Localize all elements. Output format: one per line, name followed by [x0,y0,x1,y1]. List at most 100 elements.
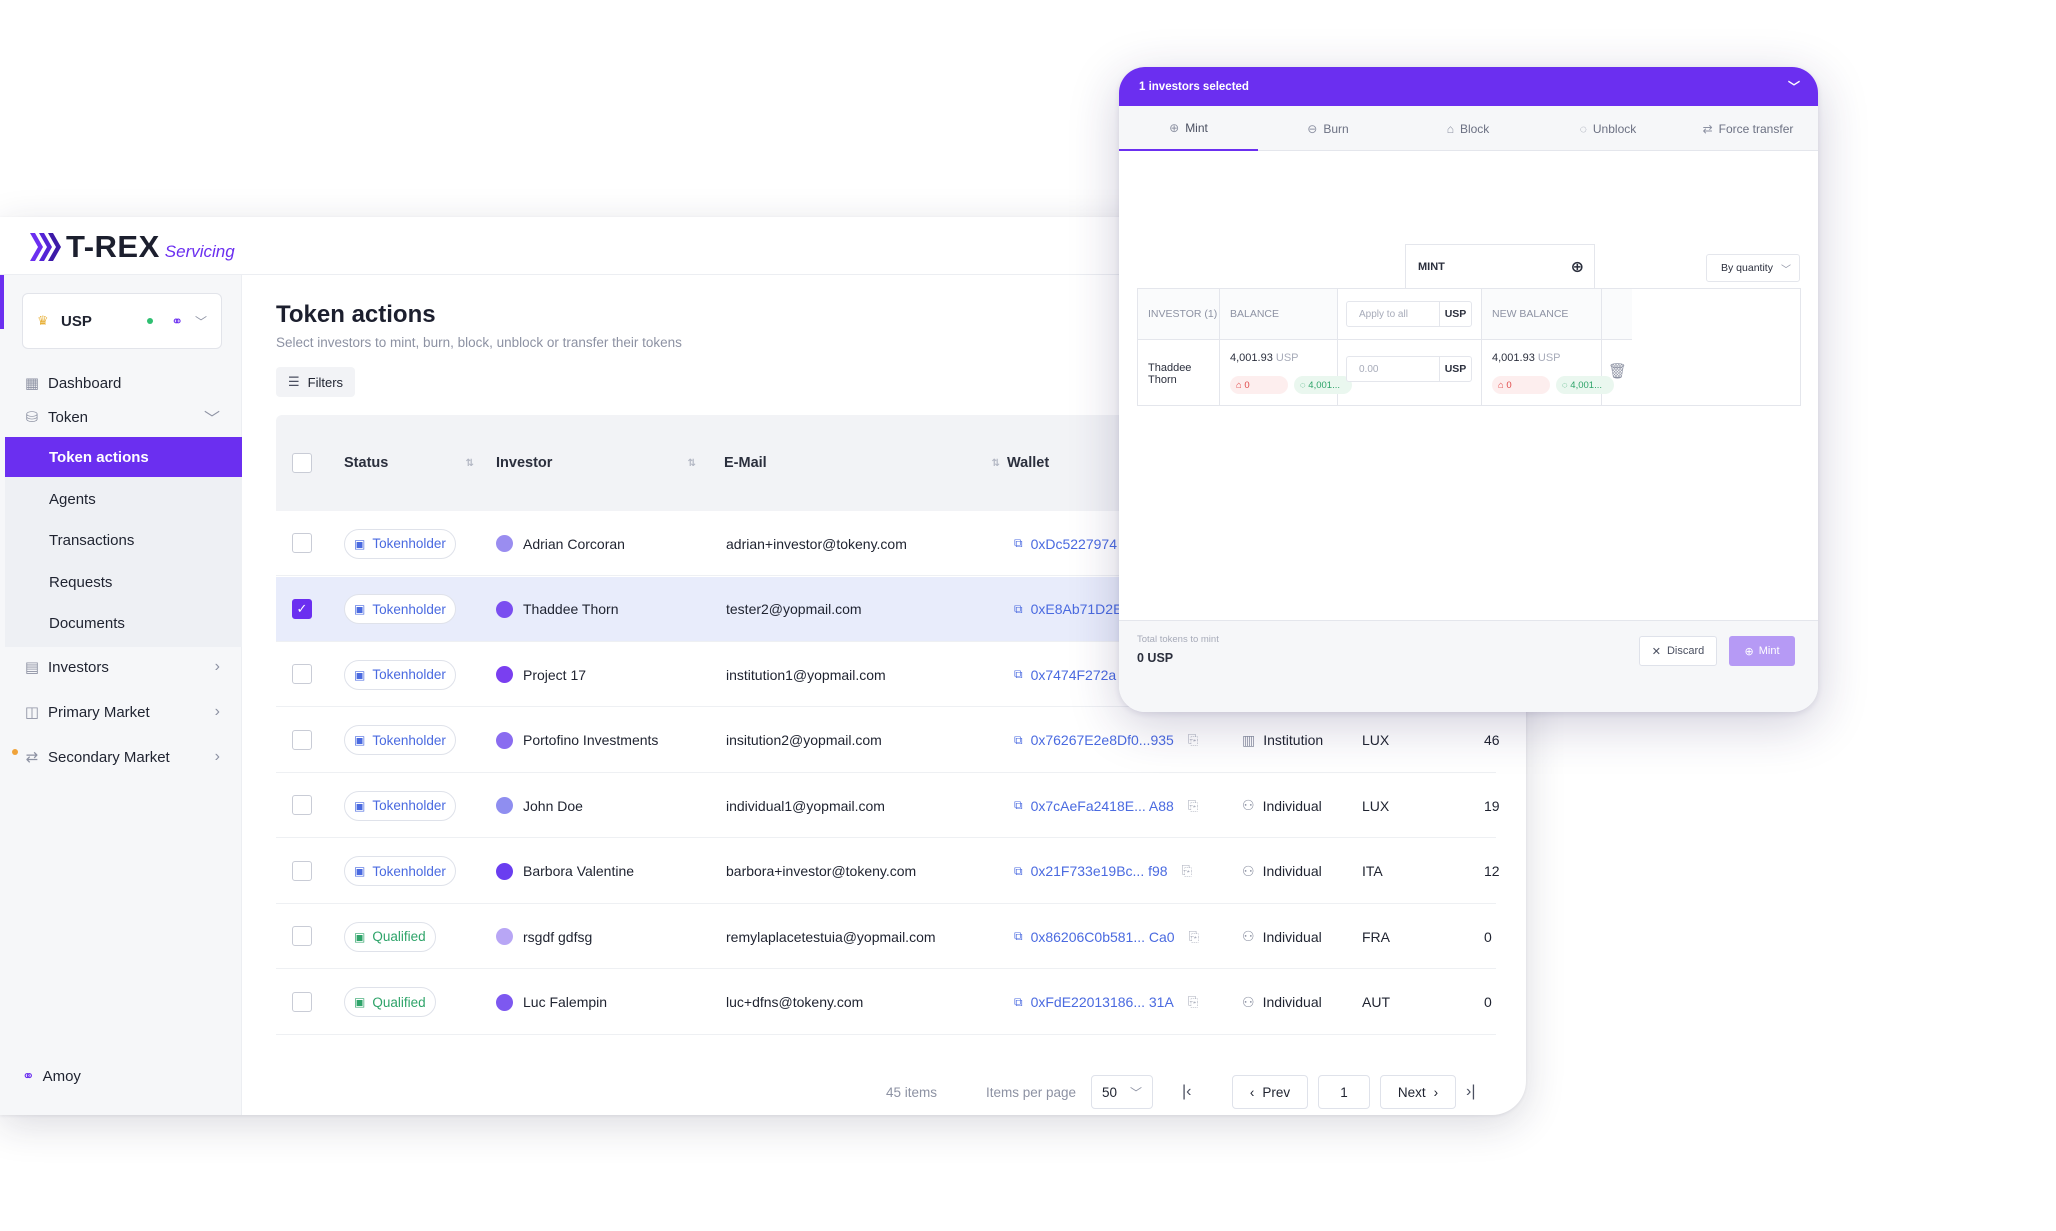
sidebar-item-agents[interactable]: Agents [5,479,242,519]
col-investor: INVESTOR (1) [1138,289,1220,339]
table-row[interactable]: ▣ Tokenholder Barbora Valentine barbora+inv… [276,839,1500,904]
selection-header[interactable]: 1 investors selected ﹀ [1119,67,1818,106]
wallet-address[interactable]: 0x76267E2e8Df0...935 [1031,732,1174,748]
investor-name[interactable]: Thaddee Thorn [523,601,618,617]
cell-balance: 0 [1484,994,1492,1010]
tab-unblock[interactable]: ◌ Unblock [1538,106,1678,151]
status-badge: ▣ Tokenholder [344,725,456,755]
investor-name[interactable]: Project 17 [523,667,586,683]
minus-circle-icon: ⊖ [1307,121,1318,136]
status-badge: ▣ Tokenholder [344,790,456,821]
row-checkbox[interactable] [292,991,312,1012]
row-checkbox[interactable] [292,795,312,815]
row-checkbox[interactable] [292,664,312,684]
copy-icon[interactable]: ⎘ [1189,929,1199,945]
investor-name[interactable]: Portofino Investments [523,732,658,748]
close-icon: ✕ [1651,645,1661,658]
tab-block[interactable]: ⌂ Block [1398,106,1538,151]
wallet-icon: ⧉ [1014,798,1023,812]
row-checkbox[interactable] [292,533,312,553]
sidebar: ♛ USP ⚭ ﹀ ▦ Dashboard ⛁ Token ﹀ Token ac… [0,275,242,1115]
wallet-address[interactable]: 0x7cAeFa2418E... A88 [1031,798,1174,814]
investor-name[interactable]: rsgdf gdfsg [523,929,592,945]
cell-investor: rsgdf gdfsg [496,904,592,969]
sidebar-item-token[interactable]: ⛁ Token ﹀ [0,397,242,437]
col-email[interactable]: E-Mail ⇅ [724,415,1000,511]
mint-button[interactable]: ⊕ Mint [1729,636,1795,666]
last-page-icon[interactable]: ›| [1466,1075,1475,1109]
first-page-icon[interactable]: |‹ [1182,1075,1191,1109]
tab-burn[interactable]: ⊖ Burn [1258,106,1398,151]
col-status[interactable]: Status ⇅ [344,415,474,511]
copy-icon[interactable]: ⎘ [1182,863,1192,879]
sidebar-item-secondary-market[interactable]: ⇄ Secondary Market › [0,737,242,777]
filters-button[interactable]: ☰ Filters [276,367,356,397]
wallet-address[interactable]: 0xDc5227974 [1031,536,1117,552]
row-checkbox[interactable] [292,860,312,881]
sidebar-item-investors[interactable]: ▤ Investors › [0,647,242,687]
status-label: Tokenholder [372,863,446,879]
col-actions [1602,289,1632,339]
trash-icon[interactable]: 🗑 [1608,362,1627,380]
table-row[interactable]: ▣ Tokenholder Portofino Investments insitut… [276,708,1500,773]
copy-icon[interactable]: ⎘ [1188,994,1198,1010]
tab-mint[interactable]: ⊕ Mint [1119,106,1258,151]
tab-force-transfer[interactable]: ⇄ Force transfer [1678,106,1818,151]
wallet-address[interactable]: 0xFdE22013186... 31A [1031,994,1174,1010]
per-page-select[interactable]: 50 ﹀ [1091,1075,1153,1109]
user-icon: ⚇ [1242,797,1255,813]
row-checkbox[interactable] [292,926,312,946]
sidebar-item-requests[interactable]: Requests [5,562,242,602]
next-button[interactable]: Next › [1380,1075,1456,1109]
copy-icon[interactable]: ⎘ [1188,798,1198,814]
sidebar-item-primary-market[interactable]: ◫ Primary Market › [0,692,242,732]
col-wallet[interactable]: Wallet [1007,415,1127,511]
prev-button[interactable]: ‹ Prev [1232,1075,1308,1109]
add-circle-icon[interactable]: ⊕ [1571,257,1584,277]
investor-type: Institution [1263,732,1324,748]
cell-type: ⚇ Individual [1242,904,1322,969]
table-row[interactable]: ▣ Tokenholder John Doe individual1@yopmail.… [276,773,1500,838]
wallet-address[interactable]: 0x21F733e19Bc... f98 [1031,863,1168,879]
sidebar-item-token-actions[interactable]: Token actions [5,437,242,477]
mint-amount-input[interactable]: 0.00 USP [1346,356,1472,382]
investor-name[interactable]: Luc Falempin [523,994,607,1010]
status-label: Tokenholder [372,536,446,551]
logo[interactable]: T-REX Servicing [28,227,235,263]
chevron-down-icon: ﹀ [1781,264,1791,276]
row-checkbox[interactable]: ✓ [292,598,312,619]
cell-investor: Thaddee Thorn [1138,339,1220,406]
building-icon: ▥ [1242,731,1256,748]
network-amoy[interactable]: ⚭ Amoy [22,1067,81,1086]
sidebar-item-documents[interactable]: Documents [5,603,242,643]
new-balance-amount: 4,001.93 [1492,352,1535,364]
sidebar-item-label: Primary Market [48,703,150,721]
col-label: Investor [496,455,553,471]
wallet-address[interactable]: 0x7474F272a [1031,667,1117,683]
items-per-page-label: Items per page [986,1084,1077,1100]
bag-icon: ◫ [24,704,40,721]
apply-all-input[interactable]: Apply to all USP [1346,301,1472,327]
wallet-address[interactable]: 0x86206C0b581... Ca0 [1031,929,1175,945]
select-all-checkbox[interactable] [292,453,312,473]
investor-name[interactable]: John Doe [523,798,583,814]
wallet-address[interactable]: 0xE8Ab71D2E [1031,601,1123,617]
investor-name[interactable]: Adrian Corcoran [523,536,625,552]
network-select[interactable]: ♛ USP ⚭ ﹀ [22,293,222,349]
sidebar-item-transactions[interactable]: Transactions [5,520,242,560]
col-investor[interactable]: Investor ⇅ [496,415,696,511]
cell-wallet: ⧉ 0x7cAeFa2418E... A88 ⎘ [1014,773,1198,838]
transfer-icon: ⇄ [25,749,39,766]
copy-icon[interactable]: ⎘ [1188,732,1198,748]
row-checkbox[interactable] [292,729,312,750]
cell-wallet: ⧉ 0x86206C0b581... Ca0 ⎘ [1014,904,1199,969]
mint-label: MINT [1418,260,1445,273]
investor-name[interactable]: Barbora Valentine [523,863,634,879]
filter-icon: ☰ [288,374,300,389]
table-row[interactable]: ▣ Qualified rsgdf gdfsg remylaplacetestuia@… [276,904,1496,969]
table-row[interactable]: ▣ Qualified Luc Falempin luc+dfns@tokeny.co… [276,970,1496,1035]
mode-select[interactable]: By quantity ﹀ [1706,254,1800,282]
discard-button[interactable]: ✕ Discard [1639,636,1717,666]
cell-wallet: ⧉ 0xE8Ab71D2E [1014,577,1122,642]
page-input[interactable]: 1 [1318,1075,1370,1109]
